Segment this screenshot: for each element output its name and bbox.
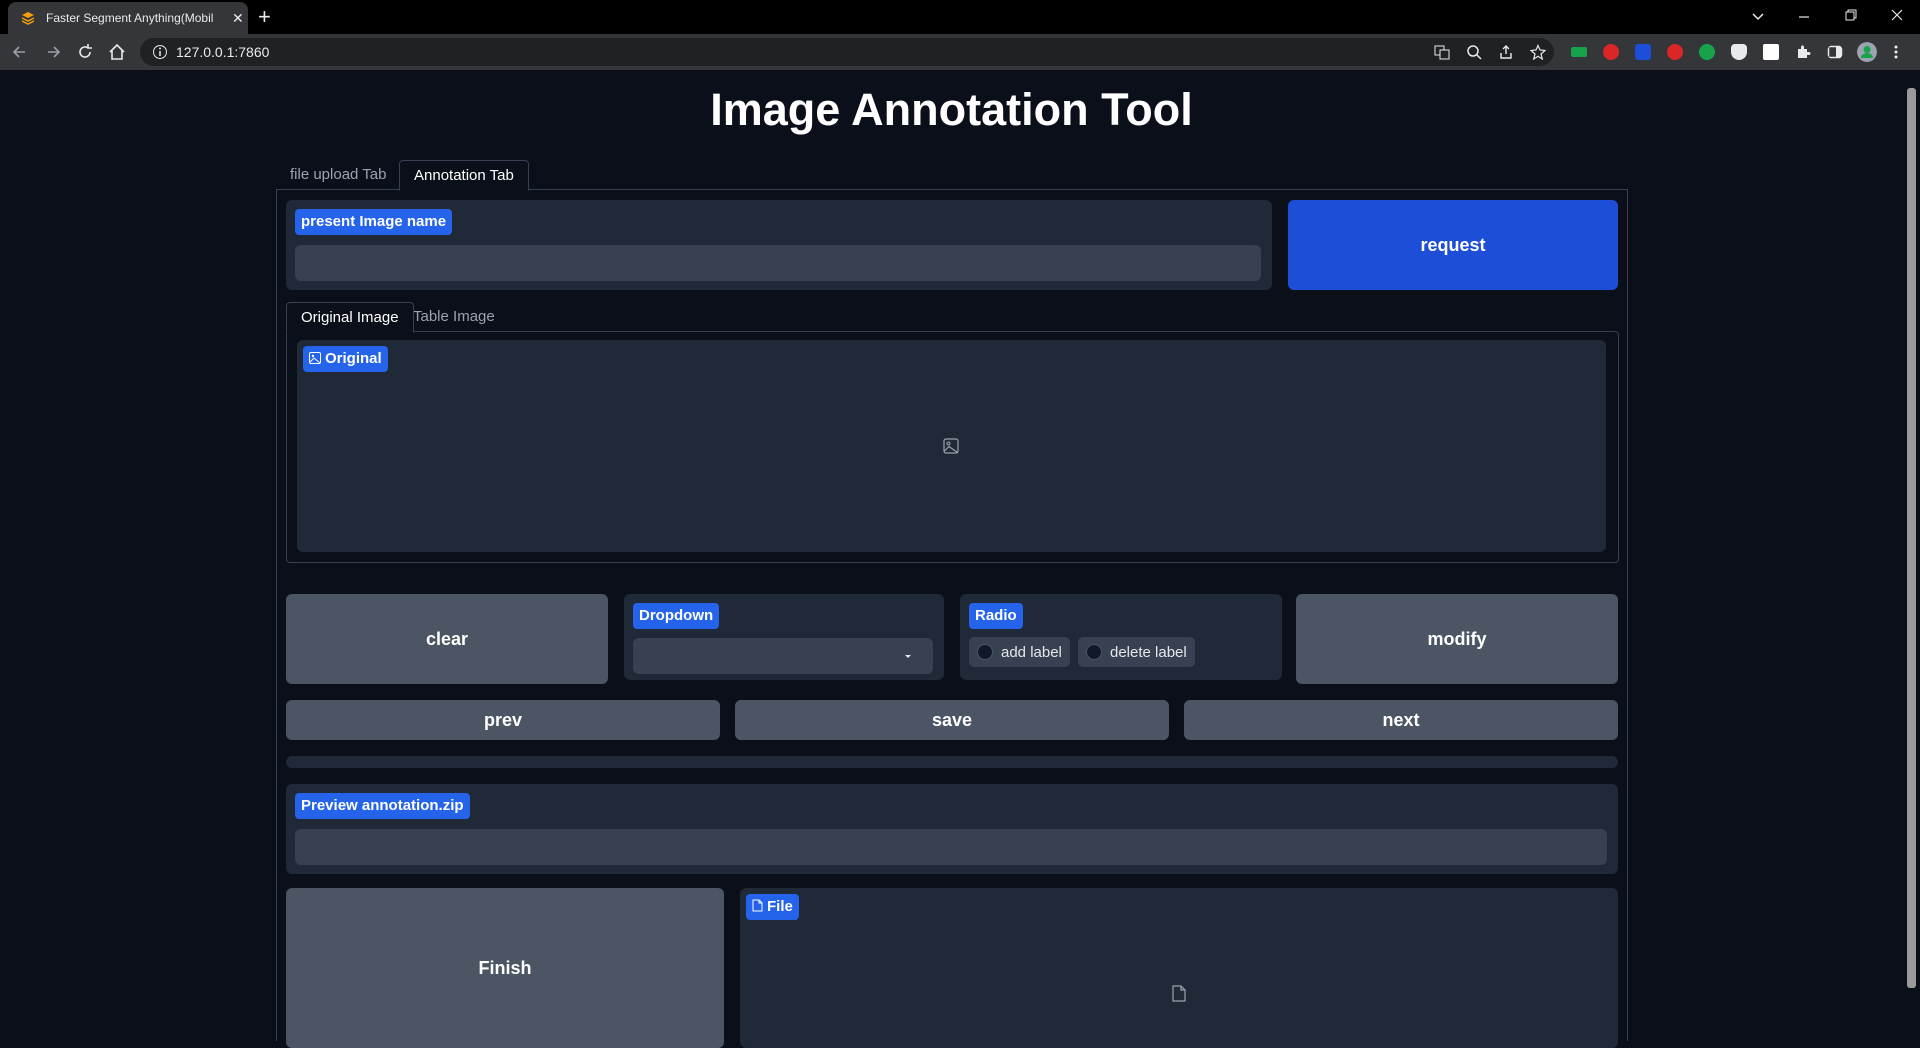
radio-add-label-text: add label [1001, 643, 1062, 661]
tab-search-icon[interactable] [1751, 10, 1765, 24]
page-title: Image Annotation Tool [710, 84, 1193, 135]
preview-block: Preview annotation.zip [286, 784, 1618, 874]
restore-icon[interactable] [1844, 8, 1858, 22]
bookmark-star-icon[interactable] [1530, 44, 1546, 60]
minimize-icon[interactable] [1797, 10, 1811, 24]
status-bar [286, 756, 1618, 768]
scrollbar-thumb[interactable] [1907, 88, 1916, 988]
present-image-label: present Image name [295, 209, 453, 235]
close-window-icon[interactable] [1890, 8, 1904, 22]
tab-file-upload[interactable]: file upload Tab [276, 160, 400, 189]
tab-annotation[interactable]: Annotation Tab [399, 160, 529, 191]
present-image-block: present Image name [286, 200, 1272, 290]
radio-delete-label-text: delete label [1110, 643, 1187, 661]
browser-tab[interactable]: Faster Segment Anything(Mobil ✕ [8, 2, 248, 34]
present-image-input[interactable] [295, 245, 1261, 281]
radio-add-label[interactable]: add label [969, 637, 1070, 667]
modify-button[interactable]: modify [1296, 594, 1618, 684]
radio-delete-label[interactable]: delete label [1078, 637, 1195, 667]
back-icon[interactable] [10, 42, 30, 62]
file-label: File [746, 894, 799, 920]
tab-table-image[interactable]: Table Image [399, 302, 509, 331]
address-bar-url: 127.0.0.1:7860 [176, 44, 270, 60]
side-panel-icon[interactable] [1827, 44, 1843, 60]
extension-square-icon[interactable] [1763, 44, 1779, 60]
page-scrollbar[interactable] [1903, 70, 1920, 1040]
extension-play-icon[interactable] [1667, 44, 1683, 60]
profile-avatar-icon[interactable] [1857, 42, 1877, 62]
browser-toolbar: 127.0.0.1:7860 [0, 34, 1920, 70]
browser-tab-strip: Faster Segment Anything(Mobil ✕ + [0, 0, 1920, 34]
request-button[interactable]: request [1288, 200, 1618, 290]
address-bar[interactable]: 127.0.0.1:7860 [140, 38, 1554, 66]
forward-icon[interactable] [43, 42, 63, 62]
extension-heart-icon[interactable] [1731, 44, 1747, 60]
dropdown-select[interactable] [633, 638, 933, 674]
dropdown-block: Dropdown [624, 594, 944, 680]
extension-blue-icon[interactable] [1635, 44, 1651, 60]
finish-button[interactable]: Finish [286, 888, 724, 1048]
site-info-icon[interactable] [152, 44, 168, 60]
extension-grammarly-icon[interactable] [1699, 44, 1715, 60]
radio-block: Radio add label delete label [960, 594, 1282, 680]
share-icon[interactable] [1498, 44, 1514, 60]
zoom-icon[interactable] [1466, 44, 1482, 60]
preview-label: Preview annotation.zip [295, 793, 470, 819]
original-image-label: Original [303, 346, 388, 372]
reload-icon[interactable] [75, 42, 95, 62]
file-placeholder-icon [1172, 985, 1186, 1002]
extension-red-icon[interactable] [1603, 44, 1619, 60]
original-image-block[interactable]: Original [297, 340, 1606, 552]
home-icon[interactable] [107, 42, 127, 62]
translate-icon[interactable] [1434, 44, 1450, 60]
tab-original-image[interactable]: Original Image [286, 302, 414, 333]
file-icon [752, 899, 763, 912]
image-tab-panel: Original [286, 331, 1619, 563]
app-favicon-icon [21, 12, 35, 25]
next-button[interactable]: next [1184, 700, 1618, 740]
radio-label: Radio [969, 603, 1023, 629]
preview-input[interactable] [295, 829, 1607, 865]
annotation-tab-panel: present Image name request Original Imag… [276, 189, 1628, 1048]
browser-tab-title: Faster Segment Anything(Mobil [46, 11, 214, 25]
radio-button[interactable] [977, 644, 993, 660]
radio-button[interactable] [1086, 644, 1102, 660]
extensions-puzzle-icon[interactable] [1795, 44, 1811, 60]
image-icon [309, 352, 321, 364]
clear-button[interactable]: clear [286, 594, 608, 684]
chevron-down-icon [905, 655, 911, 658]
save-button[interactable]: save [735, 700, 1169, 740]
file-block[interactable]: File [740, 888, 1618, 1048]
extension-green-icon[interactable] [1571, 47, 1587, 57]
image-placeholder-icon [943, 438, 959, 454]
menu-icon[interactable] [1893, 44, 1899, 60]
prev-button[interactable]: prev [286, 700, 720, 740]
close-tab-icon[interactable]: ✕ [232, 10, 244, 27]
new-tab-button[interactable]: + [258, 4, 271, 30]
dropdown-label: Dropdown [633, 603, 720, 629]
